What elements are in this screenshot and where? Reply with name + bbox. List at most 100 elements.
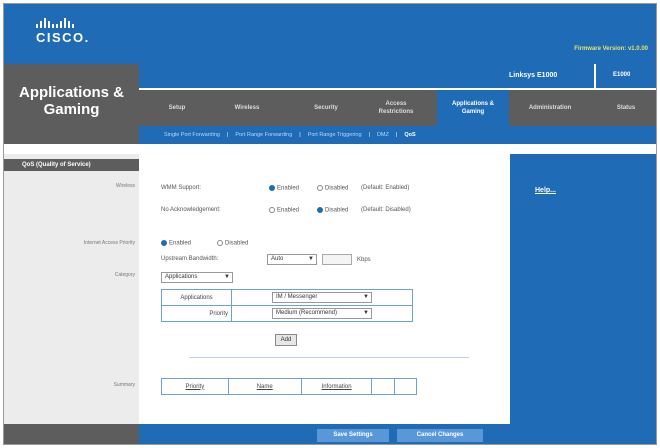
wmm-support-label: WMM Support: [161, 185, 202, 191]
subtab-separator: | [226, 132, 229, 138]
subtab-qos[interactable]: QoS [404, 132, 415, 138]
wmm-enabled-radio[interactable] [269, 185, 275, 191]
subtab-separator: | [395, 132, 398, 138]
chevron-down-icon: ▼ [308, 256, 314, 262]
sub-tabs: Single Port Forwarding | Port Range Forwa… [139, 126, 656, 144]
tab-label: Security [314, 105, 338, 111]
wmm-enabled-option[interactable]: Enabled [269, 185, 299, 192]
tab-label: Applications & Gaming [451, 101, 494, 115]
priority-select-value: Medium (Recommend) [276, 310, 338, 316]
category-select-value: Applications [165, 274, 198, 280]
tab-administration[interactable]: Administration [511, 90, 589, 126]
priority-cell: Medium (Recommend) ▼ [231, 305, 413, 322]
model-name: Linksys E1000 [509, 72, 558, 79]
chevron-down-icon: ▼ [224, 274, 230, 280]
iap-enabled-radio[interactable] [161, 240, 167, 246]
table-row: Priority Name Information [161, 378, 418, 395]
no-ack-enabled-radio[interactable] [269, 207, 275, 213]
tab-label: Status [616, 105, 636, 111]
category-select[interactable]: Applications ▼ [161, 272, 233, 283]
tab-wireless[interactable]: Wireless [217, 90, 277, 126]
main-tabs: Setup Wireless Security Access Restricti… [139, 90, 656, 126]
model-divider [594, 64, 596, 88]
iap-disabled-label: Disabled [225, 240, 249, 247]
cisco-logo: CISCO. [36, 18, 90, 45]
subtab-separator: | [368, 132, 370, 138]
no-ack-enabled-option[interactable]: Enabled [269, 207, 299, 214]
divider [189, 357, 469, 358]
priority-select[interactable]: Medium (Recommend) ▼ [272, 308, 372, 319]
table-row: Priority Medium (Recommend) ▼ [161, 305, 413, 322]
upstream-unit: Kbps [357, 257, 371, 263]
label-category: Category [114, 272, 135, 278]
wmm-disabled-radio[interactable] [317, 185, 323, 191]
footer-bar: Save Settings Cancel Changes [139, 424, 656, 444]
logo-text: CISCO. [36, 30, 90, 45]
summary-col-priority: Priority [161, 378, 229, 395]
router-page: CISCO. Firmware Version: v1.0.00 Applica… [3, 3, 657, 445]
iap-enabled-label: Enabled [169, 240, 192, 247]
tab-label: Administration [528, 105, 572, 111]
wmm-enabled-label: Enabled [277, 185, 300, 192]
label-internet-access-priority: Internet Access Priority [83, 240, 135, 246]
upstream-bandwidth-label: Upstream Bandwidth: [161, 256, 219, 262]
tab-setup[interactable]: Setup [151, 90, 203, 126]
wmm-disabled-option[interactable]: Disabled [317, 185, 348, 192]
subtab-port-range-triggering[interactable]: Port Range Triggering [308, 132, 362, 138]
label-summary: Summary [113, 382, 135, 388]
tab-applications-gaming[interactable]: Applications & Gaming [437, 90, 509, 126]
main-content: WMM Support: Enabled Disabled (Default: … [139, 154, 510, 424]
chevron-down-icon: ▼ [363, 310, 369, 316]
subtab-dmz[interactable]: DMZ [377, 132, 389, 138]
qos-section-header: QoS (Quality of Service) [4, 159, 139, 171]
page-section-title: Applications & Gaming [4, 64, 139, 144]
add-button[interactable]: Add [275, 334, 297, 346]
priority-cell-label: Priority [161, 305, 232, 322]
upstream-bandwidth-value: Auto [271, 256, 284, 262]
subtab-separator: | [299, 132, 301, 138]
help-link[interactable]: Help... [535, 187, 556, 194]
tab-label: Access Restrictions [378, 101, 414, 115]
summary-col-empty [371, 378, 395, 395]
tab-access-restrictions[interactable]: Access Restrictions [364, 90, 428, 126]
applications-cell-label: Applications [161, 289, 232, 306]
model-code: E1000 [613, 72, 631, 78]
summary-col-name: Name [227, 378, 302, 395]
iap-disabled-radio[interactable] [217, 240, 223, 246]
section-title-text: Applications & Gaming [18, 84, 124, 118]
no-ack-default-note: (Default: Disabled) [361, 207, 411, 213]
footer-left [4, 424, 139, 444]
upstream-bandwidth-select[interactable]: Auto ▼ [267, 254, 317, 265]
no-ack-disabled-label: Disabled [325, 207, 349, 214]
tab-label: Wireless [234, 105, 260, 111]
tab-status[interactable]: Status [601, 90, 651, 126]
iap-enabled-option[interactable]: Enabled [161, 240, 191, 247]
cancel-changes-button[interactable]: Cancel Changes [397, 429, 483, 442]
label-wireless: Wireless [115, 183, 135, 189]
no-ack-label: No Acknowledgement: [161, 207, 221, 213]
firmware-version: Firmware Version: v1.0.00 [574, 46, 648, 52]
no-ack-disabled-radio[interactable] [317, 207, 323, 213]
tab-security[interactable]: Security [296, 90, 356, 126]
left-label-column: Wireless Internet Access Priority Catego… [4, 154, 139, 424]
upstream-bandwidth-input[interactable] [322, 254, 352, 265]
tab-label: Setup [168, 105, 186, 111]
model-bar: Linksys E1000 E1000 [139, 64, 656, 88]
save-settings-button[interactable]: Save Settings [317, 429, 389, 442]
category-detail-table: Applications IM / Messenger ▼ Priority Me… [161, 289, 413, 322]
subtab-single-port-forwarding[interactable]: Single Port Forwarding [164, 132, 220, 138]
wmm-disabled-label: Disabled [325, 185, 349, 192]
applications-select-value: IM / Messenger [276, 294, 318, 300]
top-header: CISCO. Firmware Version: v1.0.00 [4, 4, 656, 64]
no-ack-enabled-label: Enabled [277, 207, 300, 214]
applications-select[interactable]: IM / Messenger ▼ [272, 292, 372, 303]
applications-cell: IM / Messenger ▼ [231, 289, 413, 306]
table-row: Applications IM / Messenger ▼ [161, 289, 413, 306]
chevron-down-icon: ▼ [363, 294, 369, 300]
summary-col-information: Information [300, 378, 373, 395]
subtab-port-range-forwarding[interactable]: Port Range Forwarding [235, 132, 292, 138]
no-ack-disabled-option[interactable]: Disabled [317, 207, 348, 214]
wmm-default-note: (Default: Enabled) [361, 185, 410, 191]
iap-disabled-option[interactable]: Disabled [217, 240, 248, 247]
summary-col-empty [393, 378, 418, 395]
